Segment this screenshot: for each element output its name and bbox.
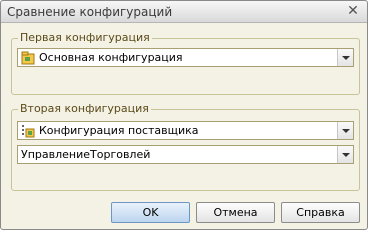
first-configuration-group: Первая конфигурация Основная конфигураци… <box>11 31 360 95</box>
configuration-icon <box>21 51 35 65</box>
title-bar: Сравнение конфигураций ✕ <box>1 1 367 23</box>
first-configuration-legend: Первая конфигурация <box>18 31 152 44</box>
second-configuration-legend: Вторая конфигурация <box>18 102 151 115</box>
chevron-down-icon[interactable] <box>337 122 353 139</box>
close-icon[interactable]: ✕ <box>345 4 361 20</box>
first-configuration-select[interactable]: Основная конфигурация <box>17 48 354 67</box>
chevron-down-icon[interactable] <box>337 49 353 66</box>
second-configuration-group: Вторая конфигурация Конфигурация поставщ… <box>11 102 360 191</box>
compare-configurations-dialog: Сравнение конфигураций ✕ Первая конфигур… <box>0 0 368 230</box>
cancel-button[interactable]: Отмена <box>196 202 275 223</box>
second-configuration-name-select[interactable]: УправлениеТорговлей <box>17 145 354 164</box>
first-configuration-value: Основная конфигурация <box>39 51 183 64</box>
help-button[interactable]: Справка <box>281 202 360 223</box>
vendor-configuration-icon <box>22 125 35 138</box>
dialog-title: Сравнение конфигураций <box>7 5 173 19</box>
chevron-down-icon[interactable] <box>337 146 353 163</box>
ok-button[interactable]: OK <box>111 202 190 223</box>
second-configuration-name-value: УправлениеТорговлей <box>21 148 151 161</box>
second-configuration-type-value: Конфигурация поставщика <box>39 124 199 137</box>
second-configuration-type-select[interactable]: Конфигурация поставщика <box>17 121 354 140</box>
